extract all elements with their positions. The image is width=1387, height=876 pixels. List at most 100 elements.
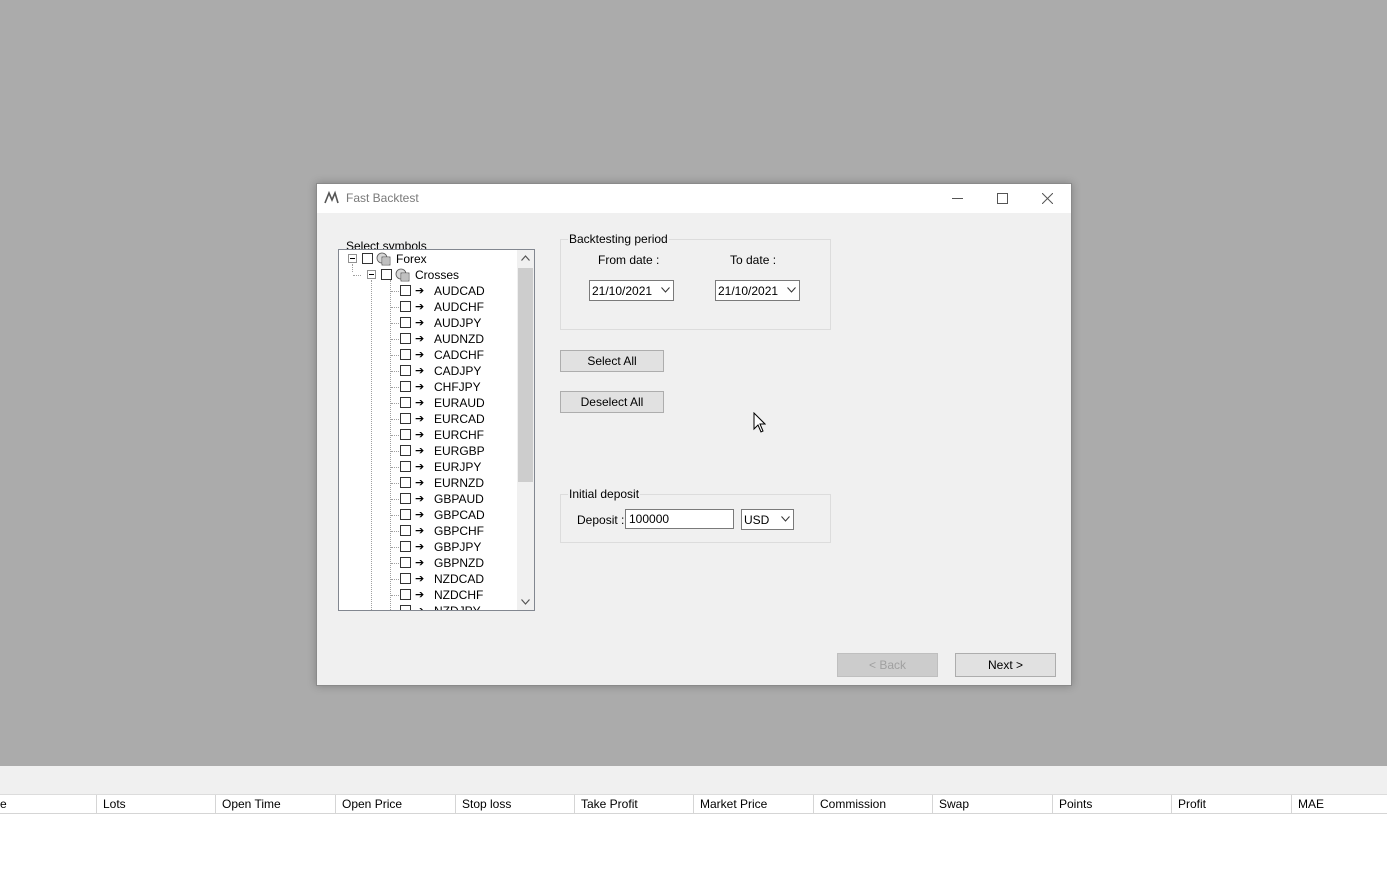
symbol-label: EURAUD <box>434 396 485 410</box>
minimize-button[interactable] <box>936 184 981 213</box>
arrow-right-icon: ➔ <box>415 509 425 521</box>
collapse-icon[interactable] <box>367 270 376 279</box>
folder-globe-icon <box>395 268 410 282</box>
tree-node-forex[interactable]: Forex <box>339 251 517 267</box>
symbol-checkbox[interactable] <box>400 285 411 296</box>
tree-guide-line <box>391 291 399 292</box>
column-header-open-price[interactable]: Open Price <box>335 795 455 813</box>
symbol-checkbox[interactable] <box>400 349 411 360</box>
symbol-checkbox[interactable] <box>400 493 411 504</box>
tree-node-symbol[interactable]: ➔ AUDCAD <box>339 283 517 299</box>
symbol-label: GBPJPY <box>434 540 482 554</box>
chevron-down-icon <box>781 516 790 522</box>
tree-node-symbol[interactable]: ➔ GBPAUD <box>339 491 517 507</box>
deposit-input[interactable] <box>625 509 734 529</box>
maximize-button[interactable] <box>981 184 1026 213</box>
symbol-checkbox[interactable] <box>400 381 411 392</box>
select-all-button[interactable]: Select All <box>560 350 664 372</box>
symbol-checkbox[interactable] <box>400 525 411 536</box>
arrow-right-icon: ➔ <box>415 333 425 345</box>
tree-node-crosses[interactable]: Crosses <box>339 267 517 283</box>
arrow-right-icon: ➔ <box>415 445 425 457</box>
from-date-picker[interactable]: 21/10/2021 <box>589 280 674 301</box>
tree-node-symbol[interactable]: ➔ GBPNZD <box>339 555 517 571</box>
column-header-open-time[interactable]: Open Time <box>215 795 335 813</box>
tree-node-symbol[interactable]: ➔ NZDCHF <box>339 587 517 603</box>
column-header-take-profit[interactable]: Take Profit <box>574 795 693 813</box>
symbol-checkbox[interactable] <box>400 573 411 584</box>
symbol-checkbox[interactable] <box>400 301 411 312</box>
tree-node-symbol[interactable]: ➔ CADJPY <box>339 363 517 379</box>
close-icon <box>1042 193 1053 204</box>
tree-node-symbol[interactable]: ➔ EURCHF <box>339 427 517 443</box>
tree-guide-line <box>391 371 399 372</box>
deselect-all-button[interactable]: Deselect All <box>560 391 664 413</box>
tree-node-symbol[interactable]: ➔ NZDJPY <box>339 603 517 610</box>
collapse-icon[interactable] <box>348 254 357 263</box>
to-date-label: To date : <box>730 253 777 267</box>
symbol-checkbox[interactable] <box>400 397 411 408</box>
column-header-profit[interactable]: Profit <box>1171 795 1291 813</box>
tree-node-symbol[interactable]: ➔ CHFJPY <box>339 379 517 395</box>
next-button[interactable]: Next > <box>955 653 1056 677</box>
tree-node-symbol[interactable]: ➔ GBPJPY <box>339 539 517 555</box>
tree-guide-line <box>391 339 399 340</box>
tree-node-symbol[interactable]: ➔ AUDCHF <box>339 299 517 315</box>
symbol-label: CADCHF <box>434 348 484 362</box>
tree-node-symbol[interactable]: ➔ GBPCHF <box>339 523 517 539</box>
symbol-checkbox[interactable] <box>400 541 411 552</box>
arrow-right-icon: ➔ <box>415 573 425 585</box>
column-header-lots[interactable]: Lots <box>96 795 215 813</box>
column-header-points[interactable]: Points <box>1052 795 1171 813</box>
symbol-label: NZDCHF <box>434 588 484 602</box>
symbol-checkbox[interactable] <box>400 605 411 610</box>
currency-select[interactable]: USD <box>741 509 794 530</box>
tree-node-symbol[interactable]: ➔ GBPCAD <box>339 507 517 523</box>
column-header-swap[interactable]: Swap <box>932 795 1052 813</box>
column-header-stop-loss[interactable]: Stop loss <box>455 795 574 813</box>
tree-guide-line <box>391 595 399 596</box>
title-bar[interactable]: Fast Backtest <box>317 184 1071 213</box>
tree-node-symbol[interactable]: ➔ EURGBP <box>339 443 517 459</box>
symbol-label: GBPCAD <box>434 508 485 522</box>
symbol-checkbox[interactable] <box>400 461 411 472</box>
symbol-checkbox[interactable] <box>400 477 411 488</box>
tree-guide-line <box>391 547 399 548</box>
symbol-checkbox[interactable] <box>400 413 411 424</box>
fast-backtest-dialog: Fast Backtest Select symbols Forex Cross… <box>316 183 1072 686</box>
column-header-commission[interactable]: Commission <box>813 795 932 813</box>
tree-scrollbar[interactable] <box>517 250 534 610</box>
to-date-picker[interactable]: 21/10/2021 <box>715 280 800 301</box>
column-header[interactable]: e <box>0 795 96 813</box>
forex-checkbox[interactable] <box>362 253 373 264</box>
back-button[interactable]: < Back <box>837 653 938 677</box>
symbol-checkbox[interactable] <box>400 429 411 440</box>
tree-node-symbol[interactable]: ➔ CADCHF <box>339 347 517 363</box>
tree-node-symbol[interactable]: ➔ AUDNZD <box>339 331 517 347</box>
tree-node-symbol[interactable]: ➔ EURCAD <box>339 411 517 427</box>
symbol-checkbox[interactable] <box>400 557 411 568</box>
scroll-down-button[interactable] <box>517 593 534 610</box>
symbol-checkbox[interactable] <box>400 445 411 456</box>
tree-node-symbol[interactable]: ➔ EURJPY <box>339 459 517 475</box>
column-header-mae[interactable]: MAE <box>1291 795 1387 813</box>
arrow-right-icon: ➔ <box>415 413 425 425</box>
scroll-thumb[interactable] <box>518 268 533 482</box>
scroll-up-button[interactable] <box>517 250 534 267</box>
crosses-checkbox[interactable] <box>381 269 392 280</box>
tree-node-symbol[interactable]: ➔ EURAUD <box>339 395 517 411</box>
column-header-market-price[interactable]: Market Price <box>693 795 813 813</box>
close-button[interactable] <box>1026 184 1071 213</box>
symbol-checkbox[interactable] <box>400 365 411 376</box>
tree-node-symbol[interactable]: ➔ NZDCAD <box>339 571 517 587</box>
symbol-checkbox[interactable] <box>400 333 411 344</box>
symbol-checkbox[interactable] <box>400 509 411 520</box>
to-date-value: 21/10/2021 <box>718 284 779 298</box>
symbol-checkbox[interactable] <box>400 589 411 600</box>
tree-node-symbol[interactable]: ➔ AUDJPY <box>339 315 517 331</box>
symbol-label: CHFJPY <box>434 380 481 394</box>
symbols-tree[interactable]: Forex Crosses ➔ AUDCAD ➔ AUDCHF ➔ AUDJPY ➔ AUDN… <box>338 249 535 611</box>
tree-node-symbol[interactable]: ➔ EURNZD <box>339 475 517 491</box>
symbol-checkbox[interactable] <box>400 317 411 328</box>
chevron-down-icon <box>787 287 796 293</box>
